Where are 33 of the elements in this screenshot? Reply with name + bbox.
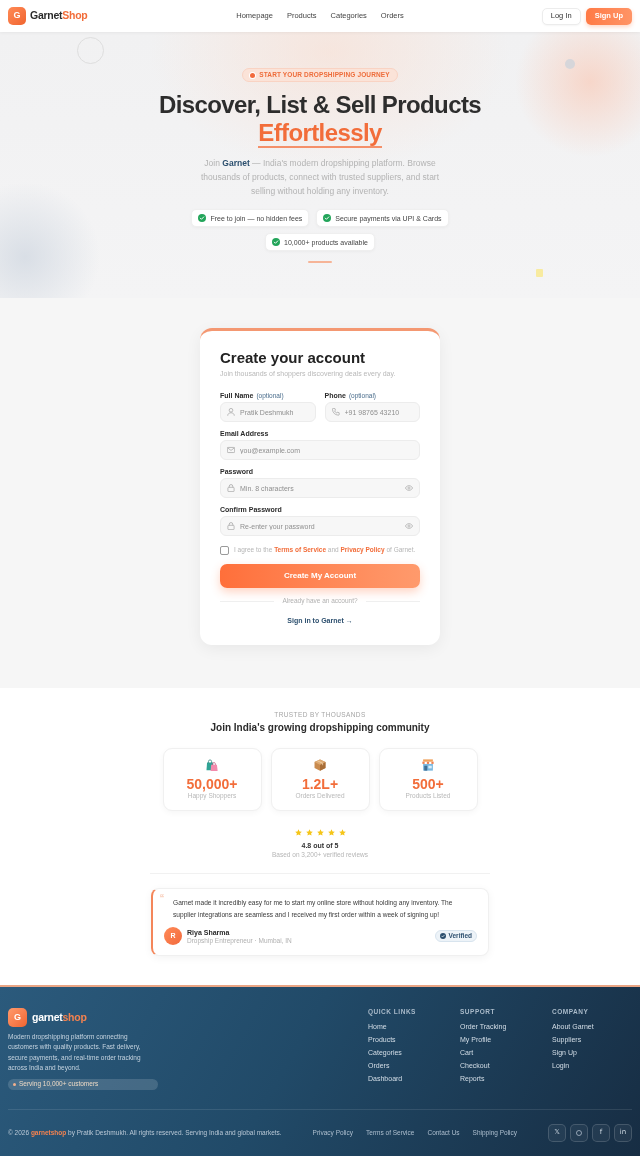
envelope-icon	[227, 446, 235, 454]
social-button[interactable]	[570, 1123, 588, 1142]
star-icon	[338, 828, 346, 836]
brand-name[interactable]: garnetshop	[32, 1009, 87, 1026]
eye-icon[interactable]	[405, 485, 413, 491]
lock-icon	[227, 522, 235, 530]
hero-title: Discover, List & Sell Products	[158, 90, 482, 119]
star-icon	[294, 828, 302, 836]
stat-value: 1.2L+	[301, 777, 339, 792]
stat-value: 50,000+	[186, 777, 238, 792]
hero-title-accent: Effortlessly	[258, 119, 382, 148]
person-icon	[227, 408, 235, 416]
package-icon	[314, 759, 326, 771]
check-icon	[198, 214, 207, 222]
square-icon	[536, 269, 543, 277]
store-icon	[422, 759, 434, 771]
check-icon	[439, 933, 446, 939]
check-icon	[272, 238, 281, 246]
brand-name[interactable]: GarnetShop	[30, 8, 88, 24]
eye-icon[interactable]	[405, 523, 413, 529]
phone-icon	[331, 408, 340, 416]
ring-icon	[576, 1129, 582, 1136]
star-icon	[316, 828, 324, 836]
star-icon	[327, 828, 335, 836]
stat-value: 500+	[412, 777, 444, 792]
section-title: Join India's growing dropshipping community	[210, 721, 430, 734]
lock-icon	[227, 484, 235, 492]
shopping-bags-icon	[206, 759, 218, 771]
form-title: Create your account	[220, 349, 367, 367]
quote-mark: “	[160, 893, 164, 905]
check-icon	[323, 214, 332, 222]
agree-checkbox[interactable]	[220, 545, 229, 555]
star-icon	[305, 828, 313, 836]
